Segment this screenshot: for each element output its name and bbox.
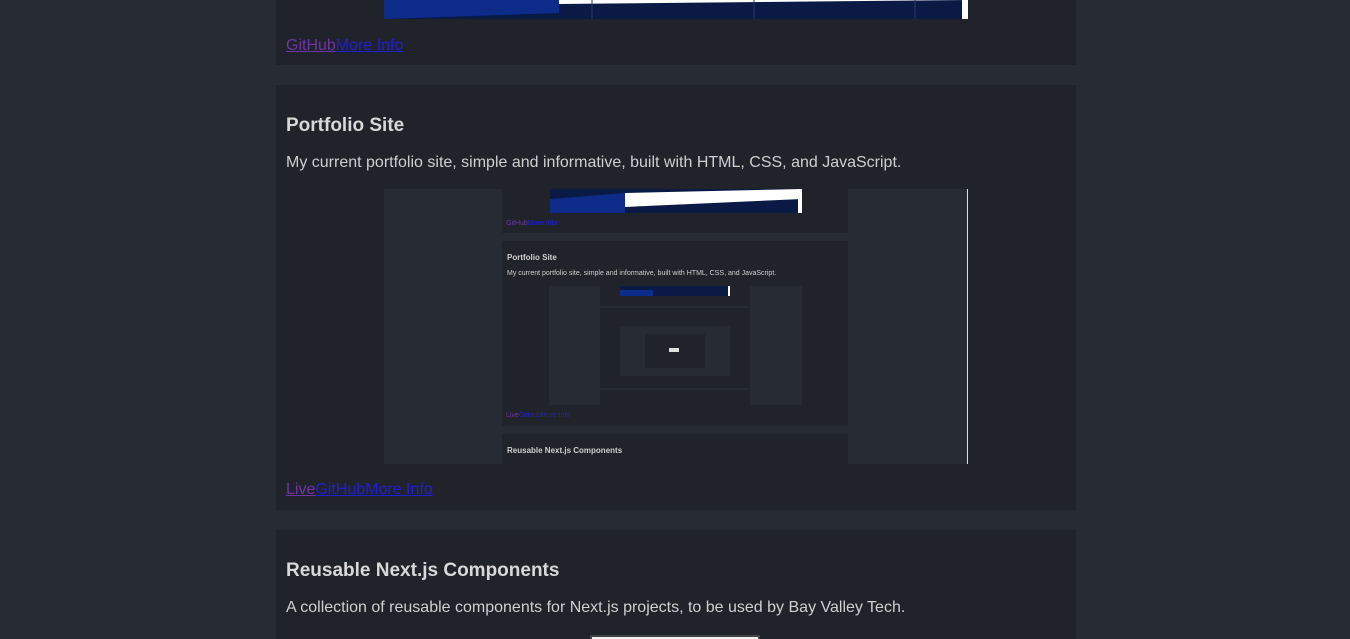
page: GitHubMore Info Portfolio Site My curren… (0, 0, 1350, 639)
nested-card-top (600, 286, 750, 306)
project-title: Reusable Next.js Components (286, 560, 560, 581)
screenshot-card2-title: Reusable Next.js Components (507, 446, 623, 455)
nested-banner-blue (620, 290, 653, 296)
more-info-link[interactable]: More Info (336, 37, 404, 54)
screenshot-banner (550, 189, 802, 213)
screenshot-links-2: LiveGitHubMore Info (506, 412, 571, 419)
github-link[interactable]: GitHub (315, 481, 365, 498)
nested-card-reusable (600, 390, 750, 405)
project-card-reusable: Reusable Next.js Components A collection… (276, 530, 1076, 639)
banner-graphic (384, 0, 968, 19)
github-link[interactable]: GitHub (286, 37, 336, 54)
screenshot-card-title: Portfolio Site (507, 253, 557, 262)
project-links: LiveGitHubMore Info (286, 481, 433, 499)
screenshot-card-portfolio: Portfolio Site My current portfolio site… (502, 241, 848, 426)
screenshot-card-reusable: Reusable Next.js Components (502, 434, 848, 464)
nested-banner-edge (728, 286, 730, 296)
project-card-portfolio: Portfolio Site My current portfolio site… (276, 85, 1076, 510)
project-description: A collection of reusable components for … (286, 599, 906, 616)
nested-deep-image (669, 348, 679, 352)
screenshot-card-top: GitHubMore Info (502, 189, 848, 233)
screenshot-card-desc: My current portfolio site, simple and in… (507, 270, 777, 277)
more-info-link[interactable]: More Info (365, 481, 433, 498)
nested-deep-screenshot (620, 326, 730, 376)
project-description: My current portfolio site, simple and in… (286, 154, 902, 171)
project-title: Portfolio Site (286, 115, 405, 136)
nested-card-portfolio (600, 308, 750, 388)
screenshot-page: GitHubMore Info Portfolio Site My curren… (384, 189, 968, 464)
project-banner-image (384, 0, 968, 19)
nested-deep-card (645, 334, 705, 368)
screenshot-links: GitHubMore Info (506, 220, 558, 227)
project-screenshot (590, 635, 760, 639)
screenshot-edge (967, 189, 968, 464)
live-link[interactable]: Live (286, 481, 315, 498)
project-card-top: GitHubMore Info (276, 0, 1076, 65)
project-screenshot: GitHubMore Info Portfolio Site My curren… (384, 189, 968, 464)
nested-banner (620, 286, 730, 296)
screenshot-nested (549, 286, 802, 405)
project-links: GitHubMore Info (286, 37, 403, 55)
